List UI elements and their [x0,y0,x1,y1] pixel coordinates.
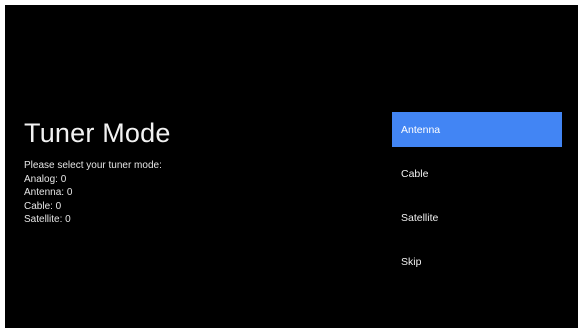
tv-screen: Tuner Mode Please select your tuner mode… [5,5,578,328]
analog-count: Analog: 0 [24,173,67,185]
tuner-prompt: Please select your tuner mode: [24,160,162,171]
satellite-count: Satellite: 0 [24,214,71,225]
option-label: Skip [401,255,422,268]
option-label: Antenna [401,123,441,136]
option-cable[interactable]: Cable [392,156,562,191]
option-label: Satellite [401,211,439,224]
cable-count: Cable: 0 [24,200,62,212]
option-skip[interactable]: Skip [392,244,562,279]
tuner-mode-options: Antenna Cable Satellite Skip [392,112,562,288]
tuner-info: Please select your tuner mode: Analog: 0… [24,159,162,227]
option-satellite[interactable]: Satellite [392,200,562,235]
option-label: Cable [401,167,429,180]
page-title: Tuner Mode [24,118,171,148]
option-antenna[interactable]: Antenna [392,112,562,147]
antenna-count: Antenna: 0 [24,187,73,198]
